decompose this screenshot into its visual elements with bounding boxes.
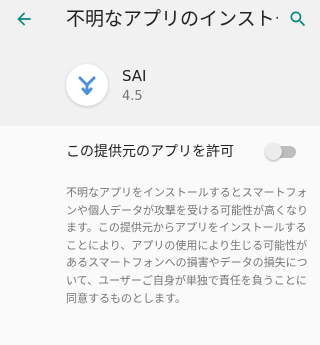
toolbar: 不明なアプリのインストール bbox=[0, 0, 320, 38]
allow-source-label: この提供元のアプリを許可 bbox=[66, 144, 234, 160]
switch-thumb bbox=[265, 143, 282, 160]
app-name: SAI bbox=[122, 67, 147, 85]
app-info: SAI 4.5 bbox=[0, 38, 320, 126]
settings-content: この提供元のアプリを許可 不明なアプリをインストールするとスマートフォンや個人デ… bbox=[0, 126, 320, 345]
arrow-back-icon bbox=[17, 12, 31, 26]
warning-description: 不明なアプリをインストールするとスマートフォンや個人データが攻撃を受ける可能性が… bbox=[66, 186, 308, 305]
page-title: 不明なアプリのインストール bbox=[66, 8, 278, 30]
search-icon bbox=[290, 11, 306, 27]
app-version: 4.5 bbox=[122, 89, 143, 104]
sai-logo-icon bbox=[78, 76, 96, 95]
allow-source-setting[interactable]: この提供元のアプリを許可 bbox=[0, 126, 320, 178]
search-button[interactable] bbox=[282, 3, 314, 35]
app-icon bbox=[66, 64, 108, 106]
allow-source-switch[interactable] bbox=[265, 143, 299, 160]
back-button[interactable] bbox=[8, 3, 40, 35]
